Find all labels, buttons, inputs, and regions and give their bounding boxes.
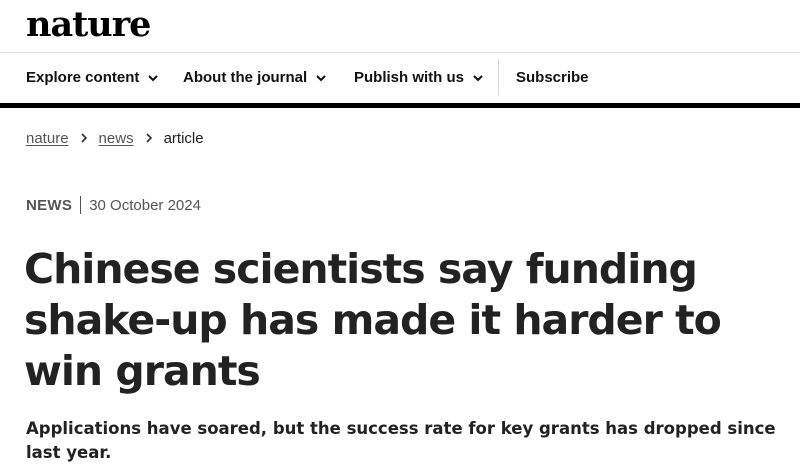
nature-logo[interactable]: nature <box>26 4 151 46</box>
publication-date: 30 October 2024 <box>89 196 201 214</box>
chevron-right-icon <box>146 133 152 143</box>
nav-item-label: About the journal <box>183 69 308 86</box>
breadcrumb-current: article <box>163 129 204 147</box>
subscribe-link[interactable]: Subscribe <box>516 67 589 89</box>
nav-divider <box>498 59 499 95</box>
article-standfirst: Applications have soared, but the succes… <box>26 419 776 462</box>
article-meta: NEWS 30 October 2024 <box>26 195 201 215</box>
nav-explore-content[interactable]: Explore content <box>26 67 159 89</box>
breadcrumb-link-news[interactable]: news <box>99 130 134 147</box>
breadcrumb: nature news article <box>26 127 204 149</box>
chevron-down-icon <box>148 75 159 82</box>
nav-item-label: Explore content <box>26 69 140 86</box>
chevron-down-icon <box>316 75 326 82</box>
chevron-down-icon <box>473 75 483 82</box>
nav-bottom-rule <box>0 103 800 108</box>
nav-item-label: Publish with us <box>354 69 465 86</box>
article-type-label: NEWS <box>26 196 73 214</box>
masthead: nature <box>0 0 800 52</box>
article-title: Chinese scientists say funding shake-up … <box>24 245 722 395</box>
breadcrumb-link-nature[interactable]: nature <box>26 130 69 147</box>
nav-about-the-journal[interactable]: About the journal <box>183 67 327 89</box>
meta-divider <box>80 196 82 214</box>
chevron-right-icon <box>80 133 87 143</box>
main-nav: Explore content About the journal Publis… <box>0 53 800 103</box>
nav-publish-with-us[interactable]: Publish with us <box>354 67 484 89</box>
